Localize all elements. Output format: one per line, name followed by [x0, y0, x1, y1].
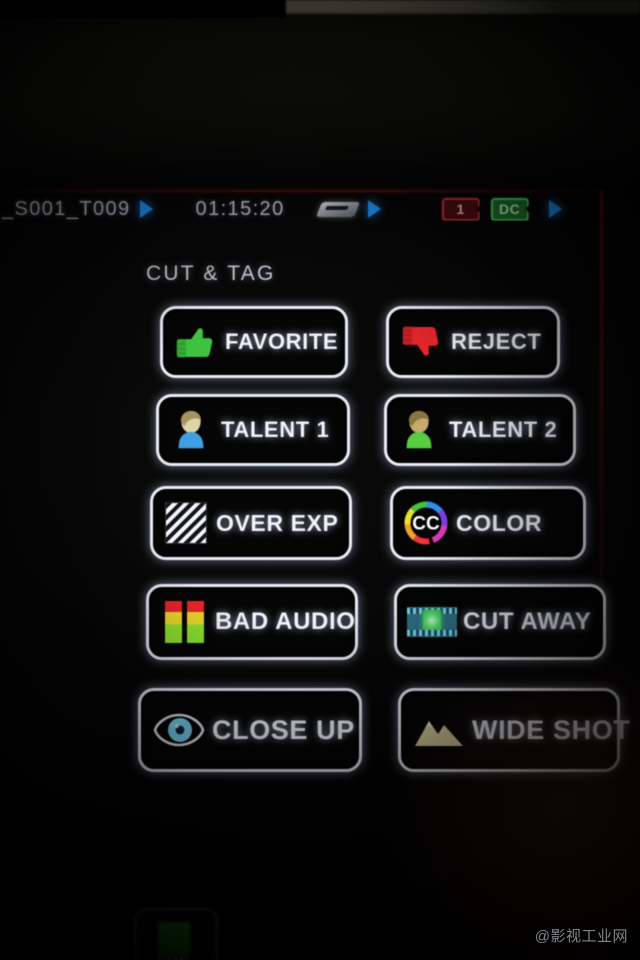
tag-button-label: CUT AWAY — [463, 608, 592, 635]
tag-button-reject[interactable]: REJECT — [386, 306, 560, 378]
site-watermark: @影视工业网 — [534, 928, 628, 945]
color-wheel-icon: CC — [402, 499, 450, 547]
color-wheel-cc-text: CC — [412, 514, 440, 535]
tag-button-color[interactable]: CC COLOR — [390, 486, 586, 560]
tag-button-over-exp[interactable]: OVER EXP — [150, 486, 352, 560]
person-icon — [396, 407, 442, 453]
tag-button-wide-shot[interactable]: WIDE SHOT — [398, 688, 630, 772]
tag-button-label: COLOR — [456, 509, 543, 536]
eye-icon — [153, 707, 205, 753]
tag-button-favorite[interactable]: FAVORITE — [160, 306, 348, 378]
tag-button-label: CLOSE UP — [212, 714, 355, 745]
xml-export-button[interactable]: XML — [134, 908, 218, 960]
tag-button-label: REJECT — [451, 329, 542, 354]
tag-button-close-up[interactable]: CLOSE UP — [138, 688, 362, 772]
thumbs-down-icon — [398, 319, 444, 365]
film-strip-icon — [407, 598, 457, 646]
green-flag-banner — [158, 922, 190, 956]
tag-button-talent-2[interactable]: TALENT 2 — [384, 394, 576, 466]
cut-and-tag-grid: FAVORITE REJECT TALENT 1 TALENT 2 OVER E… — [0, 0, 640, 960]
zebra-stripes-icon — [162, 499, 210, 547]
tag-button-label: BAD AUDIO — [215, 608, 356, 635]
tag-button-bad-audio[interactable]: BAD AUDIO — [146, 584, 358, 660]
thumbs-up-icon — [172, 319, 218, 365]
mountains-icon — [413, 707, 465, 753]
tag-button-label: TALENT 1 — [221, 417, 330, 442]
tag-button-label: WIDE SHOT — [472, 714, 631, 745]
tag-button-cut-away[interactable]: CUT AWAY — [394, 584, 606, 660]
tag-button-label: OVER EXP — [216, 509, 339, 536]
tag-button-label: TALENT 2 — [449, 417, 558, 442]
vu-meter-icon — [159, 598, 209, 646]
tag-button-talent-1[interactable]: TALENT 1 — [156, 394, 350, 466]
xml-export-label: XML — [164, 954, 193, 960]
tag-button-label: FAVORITE — [225, 329, 339, 354]
person-icon — [168, 407, 214, 453]
device-photo: _S001_T009 01:15:20 1 DC CUT & TAG FAVOR… — [0, 0, 640, 960]
